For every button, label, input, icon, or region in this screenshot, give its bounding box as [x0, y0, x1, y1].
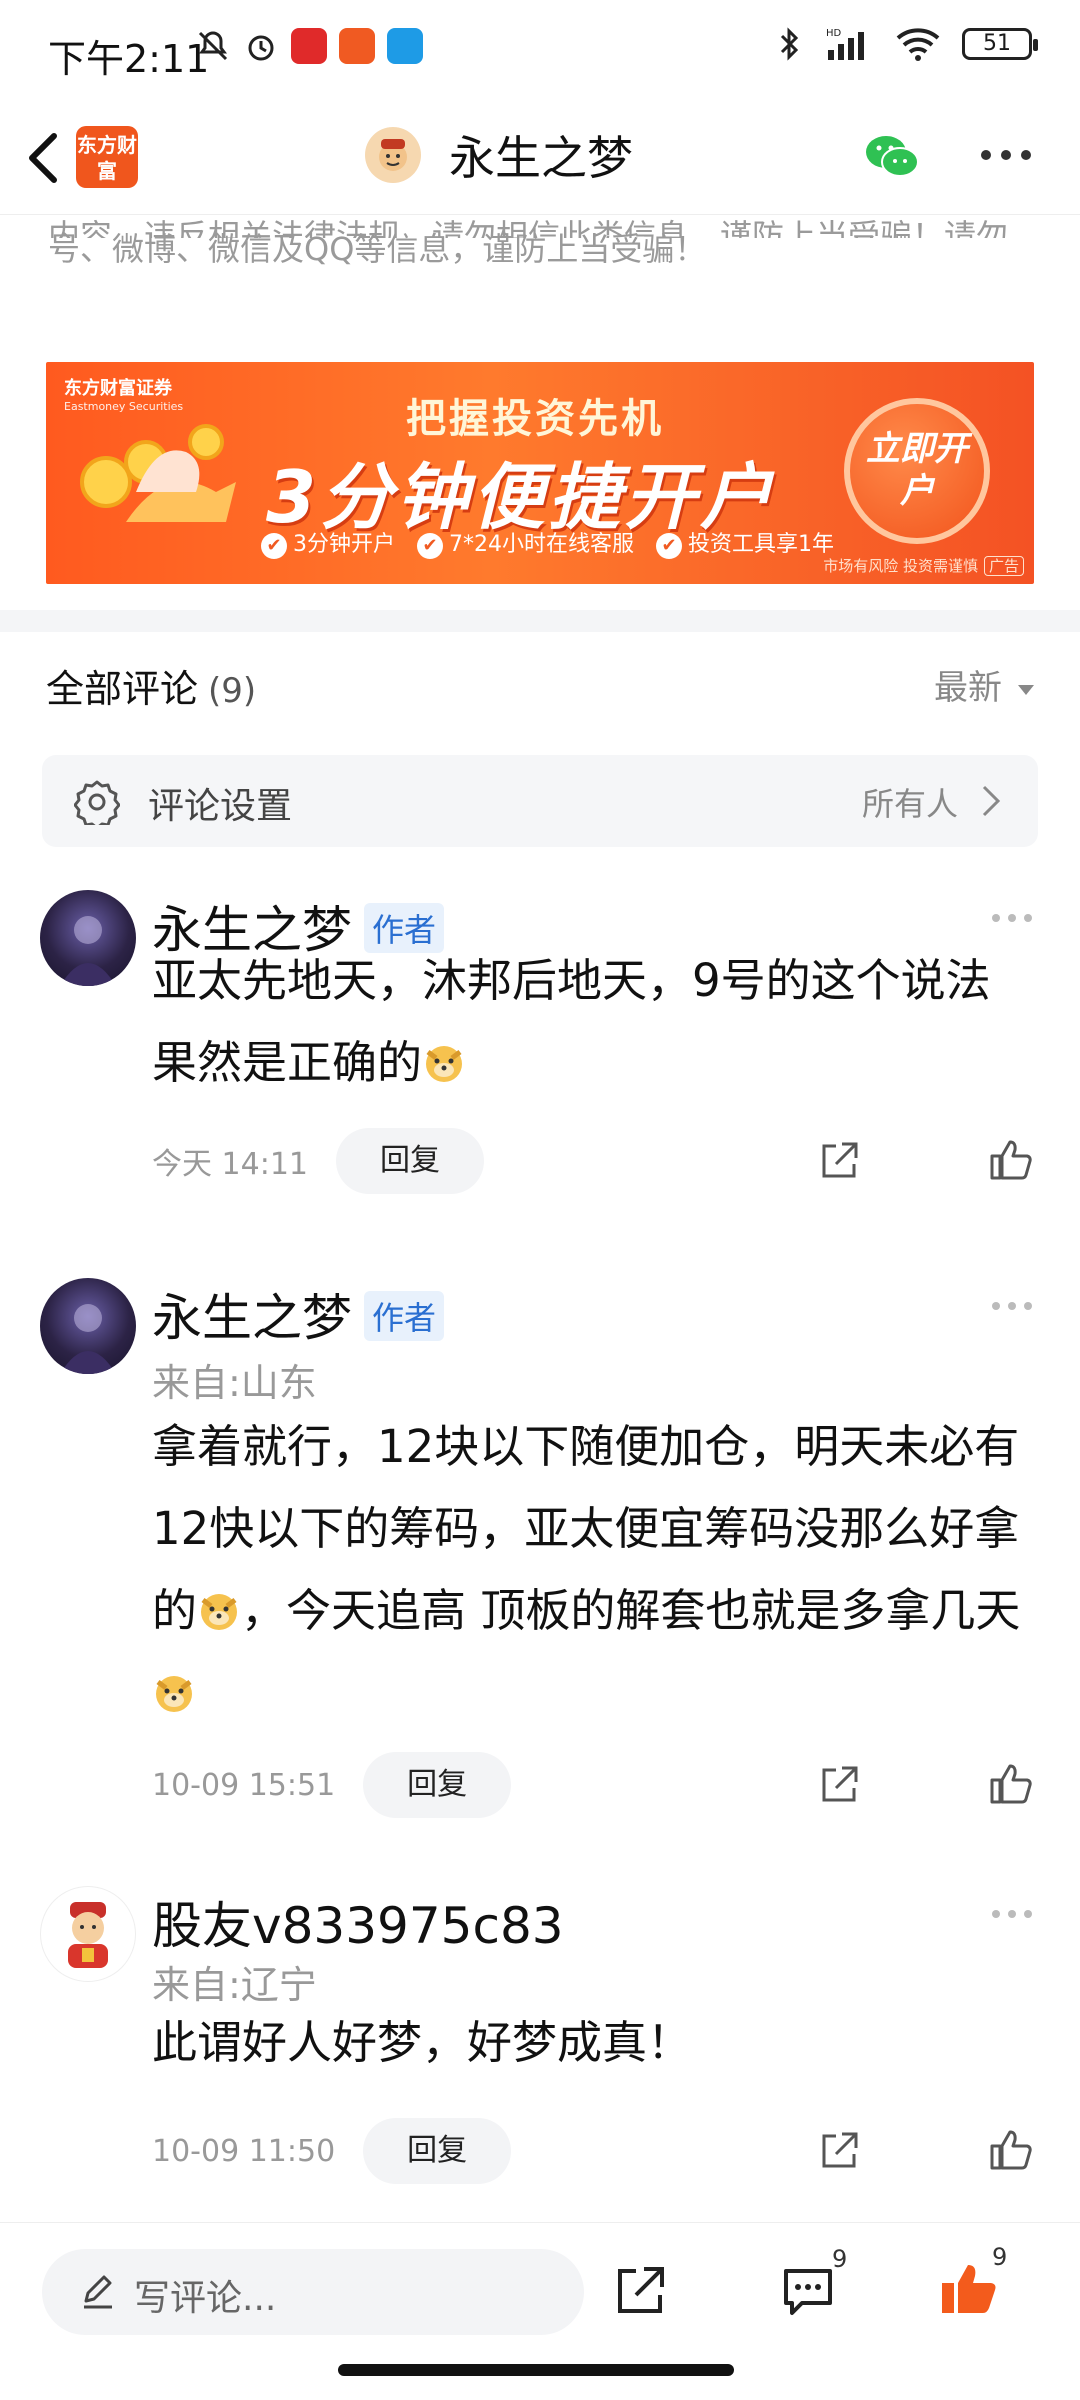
comment-placeholder: 写评论...: [134, 2278, 277, 2319]
alarm-icon: [248, 35, 274, 61]
mute-bell-icon: [198, 31, 228, 61]
back-icon[interactable]: [20, 128, 70, 188]
open-account-button[interactable]: 立即开户: [844, 398, 990, 544]
nav-bar: 东方财富 永生之梦: [0, 100, 1080, 215]
wifi-icon: [896, 28, 940, 61]
app-logo[interactable]: 东方财富: [76, 126, 138, 188]
banner-feature: 投资工具享1年: [656, 526, 834, 559]
more-options-icon[interactable]: [978, 140, 1034, 170]
author-avatar-icon: [365, 127, 421, 183]
comment-time: 10-09 15:51: [152, 1767, 336, 1803]
svg-text:HD: HD: [826, 28, 842, 39]
comment-meta: 10-09 15:51 回复: [152, 1752, 512, 1818]
comment-more-icon[interactable]: [990, 1300, 1034, 1312]
comment-location: 来自:山东: [152, 1361, 317, 1405]
comment-item: 永生之梦 作者 来自:山东 拿着就行，12块以下随便加仓，明天未必有12快以下的筹…: [0, 1278, 1080, 1838]
share-icon[interactable]: [818, 2130, 860, 2172]
status-notification-icons: [195, 28, 423, 64]
pen-icon: [84, 2275, 112, 2309]
home-indicator[interactable]: [338, 2364, 734, 2376]
comment-time: 10-09 11:50: [152, 2133, 336, 2169]
banner-headline: 把握投资先机: [406, 396, 664, 442]
ad-tag: 广告: [983, 556, 1024, 576]
ad-banner[interactable]: 东方财富证券 Eastmoney Securities 把握投资先机 3分钟便捷…: [46, 362, 1034, 584]
comment-item: 永生之梦 作者 亚太先地天，沐邦后地天，9号的这个说法果然是正确的 今天 14:1…: [0, 890, 1080, 1210]
app-notification-icon: [387, 28, 423, 64]
comment-count-badge: 9: [832, 2245, 848, 2273]
comment-settings-label: 评论设置: [148, 786, 293, 827]
comment-settings-row[interactable]: 评论设置 所有人: [42, 755, 1038, 847]
status-bar: 下午2:11 HD 51: [0, 0, 1080, 100]
thumbs-up-icon[interactable]: [988, 1138, 1032, 1182]
status-time: 下午2:11: [48, 37, 210, 81]
signal-icon: HD: [826, 28, 864, 60]
banner-feature: 3分钟开户: [261, 526, 395, 559]
gear-icon: [74, 780, 120, 825]
doge-emoji-icon: [426, 1046, 463, 1082]
bluetooth-icon: [780, 27, 799, 61]
nav-title-group[interactable]: 永生之梦: [365, 122, 633, 188]
coin-hand-illustration-icon: [80, 424, 236, 522]
comments-count: (9): [208, 671, 257, 711]
comment-time: 今天 14:11: [152, 1147, 308, 1182]
reply-button[interactable]: 回复: [363, 1752, 512, 1818]
page-title: 永生之梦: [449, 131, 633, 185]
comment-text: 亚太先地天，沐邦后地天，9号的这个说法果然是正确的: [152, 954, 991, 1089]
comment-location: 来自:辽宁: [152, 1963, 317, 2007]
status-right: HD 51: [776, 26, 1038, 62]
comment-bubble-icon[interactable]: [780, 2265, 836, 2319]
share-icon[interactable]: [818, 1764, 860, 1806]
battery-indicator: 51: [962, 28, 1038, 60]
comment-item: 股友v833975c83 来自:辽宁 此谓好人好梦，好梦成真！ 10-09 11…: [0, 1886, 1080, 2206]
comment-author[interactable]: 股友v833975c83: [152, 1886, 564, 1958]
share-icon[interactable]: [612, 2263, 668, 2319]
app-notification-icon: [291, 28, 327, 64]
section-divider: [0, 610, 1080, 632]
thumbs-up-filled-icon[interactable]: [938, 2259, 998, 2319]
reply-button[interactable]: 回复: [363, 2118, 512, 2184]
share-icon[interactable]: [818, 1140, 860, 1182]
wechat-share-icon[interactable]: [862, 130, 922, 182]
avatar[interactable]: [40, 890, 136, 986]
disclaimer-text: 号、微博、微信及QQ等信息，谨防上当受骗！: [48, 230, 707, 268]
app-notification-icon: [339, 28, 375, 64]
banner-feature: 7*24小时在线客服: [417, 526, 634, 559]
banner-features: 3分钟开户 7*24小时在线客服 投资工具享1年: [261, 526, 834, 559]
avatar[interactable]: [40, 1886, 136, 1982]
comment-text: 拿着就行，12块以下随便加仓，明天未必有12快以下的筹码，亚太便宜筹码没那么好拿…: [152, 1406, 1032, 1734]
comment-meta: 10-09 11:50 回复: [152, 2118, 512, 2184]
thumbs-up-icon[interactable]: [988, 1762, 1032, 1806]
avatar[interactable]: [40, 1278, 136, 1374]
comments-title: 全部评论: [46, 667, 199, 711]
comment-settings-value: 所有人: [861, 785, 958, 823]
comment-meta: 今天 14:11 回复: [152, 1128, 484, 1194]
write-comment-input[interactable]: 写评论...: [42, 2249, 584, 2335]
comment-more-icon[interactable]: [990, 1908, 1034, 1920]
sort-dropdown[interactable]: 最新: [934, 660, 1034, 709]
comments-header: 全部评论 (9): [46, 658, 256, 713]
doge-emoji-icon: [201, 1594, 238, 1630]
chevron-right-icon: [982, 785, 1001, 817]
comment-text: 此谓好人好梦，好梦成真！: [152, 2016, 693, 2069]
thumbs-up-icon[interactable]: [988, 2128, 1032, 2172]
author-badge: 作者: [364, 1291, 445, 1341]
reply-button[interactable]: 回复: [336, 1128, 484, 1194]
doge-emoji-icon: [156, 1676, 192, 1712]
comment-more-icon[interactable]: [990, 912, 1034, 924]
banner-risk-notice: 市场有风险 投资需谨慎 广告: [823, 555, 1024, 576]
like-count-badge: 9: [992, 2243, 1008, 2271]
comment-author[interactable]: 永生之梦 作者: [152, 1278, 445, 1350]
